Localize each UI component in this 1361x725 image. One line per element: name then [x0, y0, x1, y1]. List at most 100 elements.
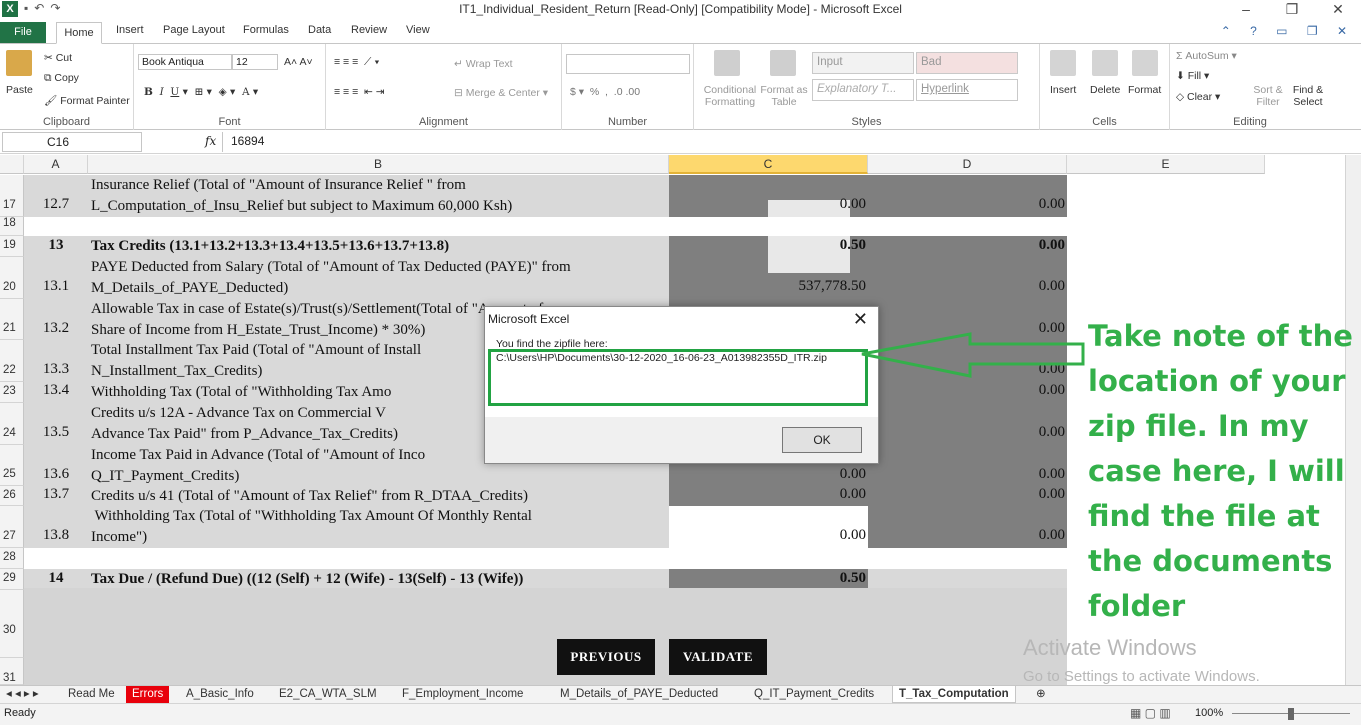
row-header[interactable]: 26: [0, 486, 24, 506]
ok-button[interactable]: OK: [782, 427, 862, 453]
insert-function-icon[interactable]: fx: [205, 134, 216, 148]
tab-view[interactable]: View: [406, 24, 430, 36]
font-size-select[interactable]: 12: [232, 54, 278, 70]
zoom-level[interactable]: 100%: [1195, 707, 1223, 719]
column-header-a[interactable]: A: [24, 155, 88, 174]
dialog-close-icon[interactable]: ✕: [853, 309, 868, 330]
cell-a29[interactable]: 14: [24, 570, 88, 587]
row-header[interactable]: 20: [0, 257, 24, 299]
cell-b20-line1[interactable]: PAYE Deducted from Salary (Total of "Amo…: [88, 257, 669, 278]
format-as-table-button[interactable]: Format as Table: [760, 84, 808, 108]
tab-page-layout[interactable]: Page Layout: [163, 24, 225, 36]
cell-b25-line2[interactable]: Q_IT_Payment_Credits): [88, 466, 669, 487]
minimize-button[interactable]: –: [1223, 0, 1269, 18]
sort-filter-button[interactable]: Sort & Filter: [1250, 84, 1286, 108]
column-header-c[interactable]: C: [669, 155, 868, 174]
cell-c29[interactable]: 0.50: [669, 570, 868, 587]
cell-a21[interactable]: 13.2: [24, 320, 88, 337]
cell-a17[interactable]: 12.7: [24, 196, 88, 213]
cell-b29[interactable]: Tax Due / (Refund Due) ((12 (Self) + 12 …: [88, 569, 669, 590]
close-window-button[interactable]: ✕: [1315, 0, 1361, 18]
sheet-tab-read-me[interactable]: Read Me: [62, 686, 121, 703]
column-header-d[interactable]: D: [868, 155, 1067, 174]
format-cells-icon[interactable]: [1132, 50, 1158, 76]
sheet-tab-ca-wta[interactable]: E2_CA_WTA_SLM: [273, 686, 383, 703]
merge-center-button[interactable]: ⊟ Merge & Center ▾: [454, 87, 548, 99]
style-hyperlink[interactable]: Hyperlink: [916, 79, 1018, 101]
previous-button[interactable]: PREVIOUS: [557, 639, 655, 675]
find-select-button[interactable]: Find & Select: [1288, 84, 1328, 108]
conditional-formatting-button[interactable]: Conditional Formatting: [698, 84, 762, 108]
column-header-e[interactable]: E: [1067, 155, 1265, 174]
delete-cells-icon[interactable]: [1092, 50, 1118, 76]
cell-d24[interactable]: 0.00: [868, 424, 1067, 441]
cell-b20-line2[interactable]: M_Details_of_PAYE_Deducted): [88, 278, 669, 299]
row-header[interactable]: 29: [0, 569, 24, 590]
new-sheet-icon[interactable]: ⊕: [1030, 686, 1052, 703]
row-header[interactable]: 24: [0, 403, 24, 445]
fill-button[interactable]: ⬇ Fill ▾: [1176, 70, 1209, 82]
restore-button[interactable]: ❐: [1269, 0, 1315, 18]
delete-button[interactable]: Delete: [1090, 84, 1120, 96]
cell-d17[interactable]: 0.00: [868, 196, 1067, 213]
cell-c27[interactable]: 0.00: [669, 527, 868, 544]
cell-c26[interactable]: 0.00: [669, 486, 868, 503]
zoom-slider[interactable]: [1228, 706, 1356, 722]
cell-c25[interactable]: 0.00: [669, 466, 868, 483]
formula-input[interactable]: 16894: [222, 132, 1352, 152]
cell-d25[interactable]: 0.00: [868, 466, 1067, 483]
row-header[interactable]: 17: [0, 175, 24, 217]
style-explanatory[interactable]: Explanatory T...: [812, 79, 914, 101]
number-format-select[interactable]: [566, 54, 690, 74]
tab-formulas[interactable]: Formulas: [243, 24, 289, 36]
validate-button[interactable]: VALIDATE: [669, 639, 767, 675]
cell-b27-line2[interactable]: Income"): [88, 527, 669, 548]
cell-b17-line1[interactable]: Insurance Relief (Total of "Amount of In…: [88, 175, 669, 196]
paste-icon[interactable]: [6, 50, 32, 76]
cell-d20[interactable]: 0.00: [868, 278, 1067, 295]
row-header[interactable]: 27: [0, 506, 24, 548]
cell-a24[interactable]: 13.5: [24, 424, 88, 441]
insert-button[interactable]: Insert: [1050, 84, 1076, 96]
grow-font-icon[interactable]: A˄ A˅: [284, 56, 313, 68]
paste-button[interactable]: Paste: [6, 84, 33, 96]
row-header[interactable]: 18: [0, 217, 24, 236]
cell-c20[interactable]: 537,778.50: [669, 278, 868, 295]
view-mode-icons[interactable]: ▦ ▢ ▥: [1130, 706, 1171, 720]
row-header[interactable]: 22: [0, 340, 24, 382]
bold-italic-underline-icons[interactable]: B I U ▾ ⊞ ▾ ◈ ▾ A ▾: [144, 86, 258, 98]
cell-c17[interactable]: 0.00: [669, 196, 868, 213]
format-as-table-icon[interactable]: [770, 50, 796, 76]
insert-cells-icon[interactable]: [1050, 50, 1076, 76]
row-header[interactable]: 21: [0, 299, 24, 340]
conditional-formatting-icon[interactable]: [714, 50, 740, 76]
sheet-nav-arrows[interactable]: ◂ ◂ ▸ ▸: [0, 686, 45, 703]
cell-a23[interactable]: 13.4: [24, 382, 88, 399]
style-bad[interactable]: Bad: [916, 52, 1018, 74]
sheet-tab-tax-computation[interactable]: T_Tax_Computation: [892, 686, 1016, 703]
tab-home[interactable]: Home: [56, 22, 102, 44]
cell-d19[interactable]: 0.00: [868, 237, 1067, 254]
format-painter-button[interactable]: 🖌 Format Painter: [44, 94, 130, 107]
cell-c19[interactable]: 0.50: [669, 237, 868, 254]
row-header[interactable]: 25: [0, 445, 24, 486]
style-input[interactable]: Input: [812, 52, 914, 74]
column-header-b[interactable]: B: [88, 155, 669, 174]
number-format-icons[interactable]: $ ▾ % , .0 .00: [570, 86, 640, 98]
cell-d23[interactable]: 0.00: [868, 382, 1067, 399]
sheet-tab-basic-info[interactable]: A_Basic_Info: [180, 686, 260, 703]
cut-button[interactable]: ✂ Cut: [44, 52, 72, 64]
sheet-tab-it-payment[interactable]: Q_IT_Payment_Credits: [748, 686, 880, 703]
select-all-corner[interactable]: [0, 155, 24, 174]
autosum-button[interactable]: Σ AutoSum ▾: [1176, 50, 1237, 62]
row-header[interactable]: 28: [0, 548, 24, 569]
cell-b19[interactable]: Tax Credits (13.1+13.2+13.3+13.4+13.5+13…: [88, 236, 669, 257]
tab-review[interactable]: Review: [351, 24, 387, 36]
clear-button[interactable]: ◇ Clear ▾: [1176, 91, 1220, 103]
cell-a22[interactable]: 13.3: [24, 361, 88, 378]
sheet-tab-errors[interactable]: Errors: [126, 686, 170, 703]
cell-b27-line1[interactable]: Withholding Tax (Total of "Withholding T…: [88, 506, 669, 527]
cell-a20[interactable]: 13.1: [24, 278, 88, 295]
copy-button[interactable]: ⧉ Copy: [44, 72, 79, 85]
align-top-icons[interactable]: ≡ ≡ ≡ ⟋ ▾: [334, 56, 379, 69]
